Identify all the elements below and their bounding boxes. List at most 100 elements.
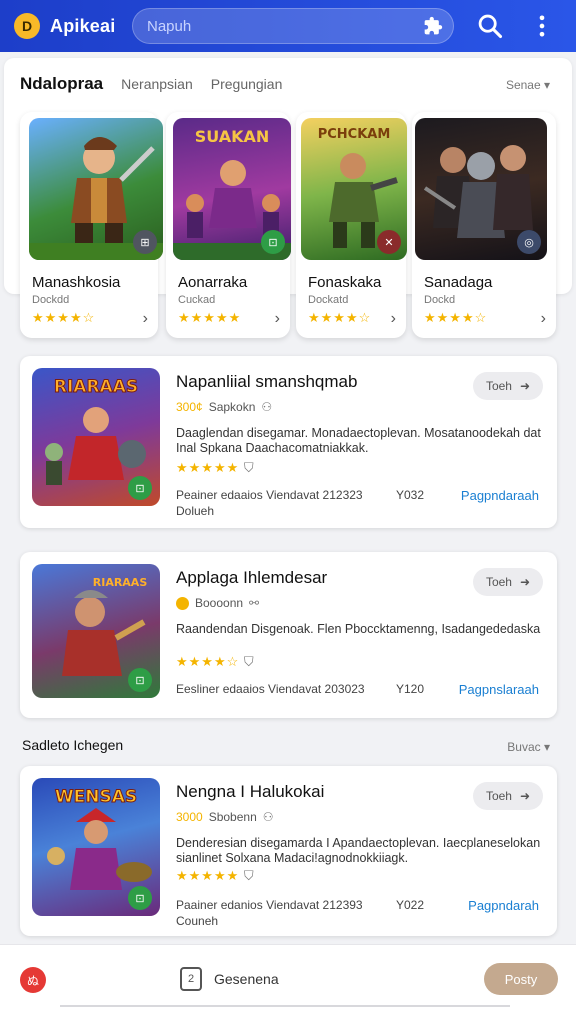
more-vert-icon[interactable] xyxy=(528,12,556,40)
app-logo-icon[interactable]: D xyxy=(14,13,40,39)
details-link[interactable]: Pagpnslaraah xyxy=(459,682,539,697)
game-developer: Dockd xyxy=(424,294,456,306)
install-label: Toeh xyxy=(485,575,512,589)
bottom-bar: ぬ 2 Gesenena Posty xyxy=(0,944,576,1024)
release-year: Y022 xyxy=(396,898,425,912)
star-rating: ★★★★☆ xyxy=(32,310,96,325)
game-title: Sanadaga xyxy=(424,274,493,291)
game-developer: Dockdd xyxy=(32,294,70,306)
game-artwork: RIARAAS ⊡ xyxy=(32,564,160,698)
game-thumbnail: ◎ xyxy=(415,118,547,260)
section-more-link[interactable]: Buvac ▾ xyxy=(507,740,550,754)
game-badge-icon: ⊡ xyxy=(261,230,285,254)
search-icon[interactable] xyxy=(476,12,504,40)
game-footer: Eesliner edaaios Viendavat 203023 xyxy=(176,682,365,696)
artwork-title: RIARAAS xyxy=(93,576,148,589)
game-artwork: WENSAS ⊡ xyxy=(32,778,160,916)
game-badge-icon: ⊡ xyxy=(128,476,152,500)
game-thumbnail: PCHCKAM ✕ xyxy=(301,118,407,260)
list-item[interactable]: RIARAAS ⊡ Napanliial smanshqmab 300¢ Sap… xyxy=(20,356,557,528)
post-button[interactable]: Posty xyxy=(484,963,558,995)
brand-logo-icon[interactable]: ぬ xyxy=(20,967,46,993)
game-thumbnail: ⊞ xyxy=(29,118,163,260)
tab-neranpsian[interactable]: Neranpsian xyxy=(121,76,193,92)
game-title: Aonarraka xyxy=(178,274,248,291)
chevron-right-icon[interactable]: › xyxy=(541,310,546,328)
game-meta: Boooonn ⚯ xyxy=(176,596,259,610)
game-meta: 300¢ Sapkokn ⚇ xyxy=(176,400,272,414)
rating-count: 300¢ xyxy=(176,400,203,414)
featured-card[interactable]: SUAKAN ⊡ Aonarraka Cuckad ★★★★★ › xyxy=(166,112,291,338)
section-more-label: Buvac xyxy=(507,740,541,754)
developer-label: Boooonn xyxy=(195,596,244,610)
game-badge-icon: ✕ xyxy=(377,230,401,254)
star-rating: ★★★★☆ xyxy=(308,310,372,325)
chevron-right-icon[interactable]: › xyxy=(391,310,396,328)
game-title: Applaga Ihlemdesar xyxy=(176,568,328,587)
game-description: Denderesian disegamarda I Apandaectoplev… xyxy=(176,836,541,865)
shield-icon: ⛉ xyxy=(243,868,255,883)
featured-card[interactable]: PCHCKAM ✕ Fonaskaka Dockatd ★★★★☆ › xyxy=(296,112,407,338)
shield-icon: ⛉ xyxy=(243,460,255,475)
tab-ndalopraa[interactable]: Ndalopraa xyxy=(20,74,103,94)
thumbnail-banner: SUAKAN xyxy=(195,127,270,146)
star-rating: ★★★★☆ ⛉ xyxy=(176,654,255,670)
game-footer-secondary: Couneh xyxy=(176,914,219,928)
star-rating: ★★★★★ xyxy=(178,310,242,325)
game-artwork: RIARAAS ⊡ xyxy=(32,368,160,506)
game-meta: 3000 Sbobenn ⚇ xyxy=(176,810,274,824)
arrow-icon: ➜ xyxy=(519,379,531,393)
game-badge-icon: ⊡ xyxy=(128,886,152,910)
game-badge-icon: ⊡ xyxy=(128,668,152,692)
details-link[interactable]: Pagpndarah xyxy=(468,898,539,913)
home-indicator xyxy=(60,1005,510,1007)
details-link[interactable]: Pagpndaraah xyxy=(461,488,539,503)
install-button[interactable]: Toeh ➜ xyxy=(473,372,543,400)
shield-icon: ⛉ xyxy=(243,654,255,669)
coin-icon xyxy=(176,596,189,610)
release-year: Y032 xyxy=(396,488,425,502)
artwork-title: WENSAS xyxy=(55,787,137,807)
star-rating: ★★★★★ ⛉ xyxy=(176,460,255,476)
featured-card[interactable]: ◎ Sanadaga Dockd ★★★★☆ › xyxy=(412,112,556,338)
tab-pregungian[interactable]: Pregungian xyxy=(211,76,283,92)
star-rating-value: ★★★★★ xyxy=(176,460,240,475)
game-footer: Peainer edaaios Viendavat 212323 xyxy=(176,488,363,502)
star-rating-value: ★★★★★ xyxy=(176,868,240,883)
developer-label: Sapkokn xyxy=(208,400,256,414)
puzzle-icon[interactable] xyxy=(423,16,443,36)
chevron-right-icon[interactable]: › xyxy=(143,310,148,328)
search-bar[interactable] xyxy=(132,8,454,44)
section-title: Sadleto Ichegen xyxy=(22,737,124,753)
star-rating: ★★★★★ ⛉ xyxy=(176,868,255,884)
list-item[interactable]: WENSAS ⊡ Nengna I Halukokai 3000 Sbobenn… xyxy=(20,766,557,936)
artwork-title: RIARAAS xyxy=(54,377,138,397)
game-description: Raandendan Disgenoak. Flen Pboccktamenng… xyxy=(176,622,541,636)
release-year: Y120 xyxy=(396,682,425,696)
chevron-right-icon[interactable]: › xyxy=(275,310,280,328)
arrow-icon: ➜ xyxy=(519,789,531,803)
featured-card[interactable]: ⊞ Manashkosia Dockdd ★★★★☆ › xyxy=(20,112,163,338)
star-rating-value: ★★★★☆ xyxy=(176,654,240,669)
thumbnail-banner: PCHCKAM xyxy=(318,127,391,142)
arrow-icon: ➜ xyxy=(519,575,531,589)
list-item[interactable]: RIARAAS ⊡ Applaga Ihlemdesar Boooonn ⚯ R… xyxy=(20,552,557,718)
game-badge-icon: ◎ xyxy=(517,230,541,254)
category-tabs: Ndalopraa Neranpsian Pregungian xyxy=(20,74,282,94)
people-icon: ⚯ xyxy=(249,596,260,610)
app-title: Apikeai xyxy=(50,15,116,36)
see-more-link[interactable]: Senae ▾ xyxy=(506,78,550,92)
game-badge-icon: ⊞ xyxy=(133,230,157,254)
game-title: Manashkosia xyxy=(32,274,121,291)
install-button[interactable]: Toeh ➜ xyxy=(473,568,543,596)
see-more-label: Senae xyxy=(505,78,541,92)
game-description: Daaglendan disegamar. Monadaectoplevan. … xyxy=(176,426,541,455)
developer-label: Sbobenn xyxy=(208,810,257,824)
bottom-nav-item[interactable]: 2 Gesenena xyxy=(180,967,279,991)
search-input[interactable] xyxy=(147,17,397,35)
controller-icon: ⚇ xyxy=(261,400,273,414)
install-button[interactable]: Toeh ➜ xyxy=(473,782,543,810)
game-title: Fonaskaka xyxy=(308,274,382,291)
document-icon: 2 xyxy=(180,967,202,991)
install-label: Toeh xyxy=(485,379,512,393)
